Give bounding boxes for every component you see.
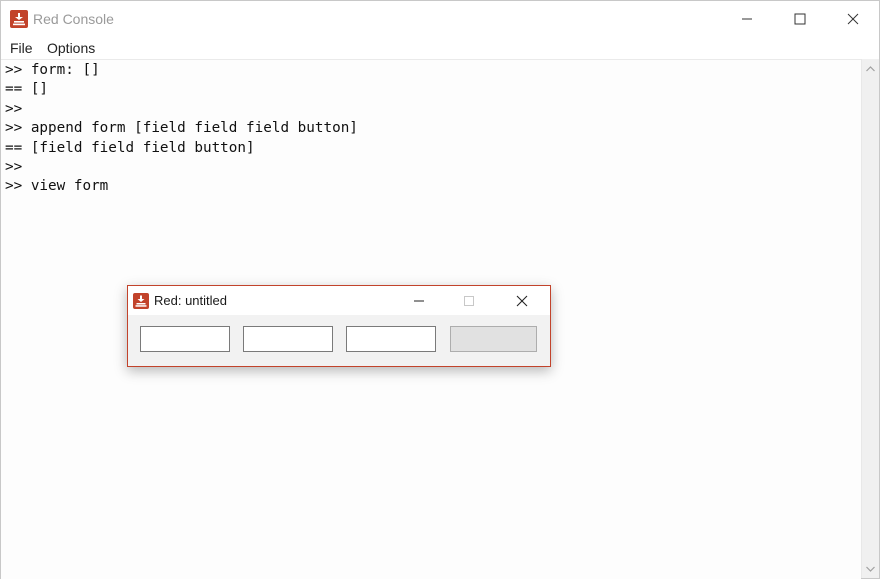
child-maximize-button[interactable] [446,286,492,315]
menu-file[interactable]: File [8,40,35,56]
maximize-icon [464,295,474,306]
console-line: == [field field field button] [5,139,255,156]
child-title-bar[interactable]: Red: untitled [128,286,550,315]
child-window: Red: untitled [127,285,551,367]
child-minimize-button[interactable] [396,286,442,315]
title-bar[interactable]: Red Console [1,1,879,37]
minimize-icon [414,300,424,301]
menu-bar: File Options [1,37,879,59]
form-button[interactable] [450,326,537,352]
close-icon [516,295,528,306]
close-button[interactable] [830,1,876,37]
minimize-icon [742,18,752,20]
form-field-2[interactable] [243,326,333,352]
console-prompt-line: >> view form [5,178,109,195]
minimize-button[interactable] [724,1,770,37]
scroll-down-arrow-icon[interactable] [862,560,879,577]
menu-options[interactable]: Options [45,40,97,56]
close-icon [847,13,859,25]
vertical-scrollbar[interactable] [861,59,879,578]
window-title: Red Console [33,11,114,27]
child-window-title: Red: untitled [154,293,227,308]
form-field-3[interactable] [346,326,436,352]
maximize-button[interactable] [777,1,823,37]
console-line: >> append form [field field field button… [5,120,358,137]
scroll-up-arrow-icon[interactable] [862,60,879,77]
child-close-button[interactable] [499,286,545,315]
app-icon[interactable] [10,10,28,28]
form-field-1[interactable] [140,326,230,352]
console-line: >> [5,100,23,117]
console-line: >> [5,159,23,175]
child-app-icon[interactable] [133,293,149,309]
console-line: >> form: [] [5,62,100,78]
console-line: == [] [5,81,49,98]
maximize-icon [794,13,806,25]
